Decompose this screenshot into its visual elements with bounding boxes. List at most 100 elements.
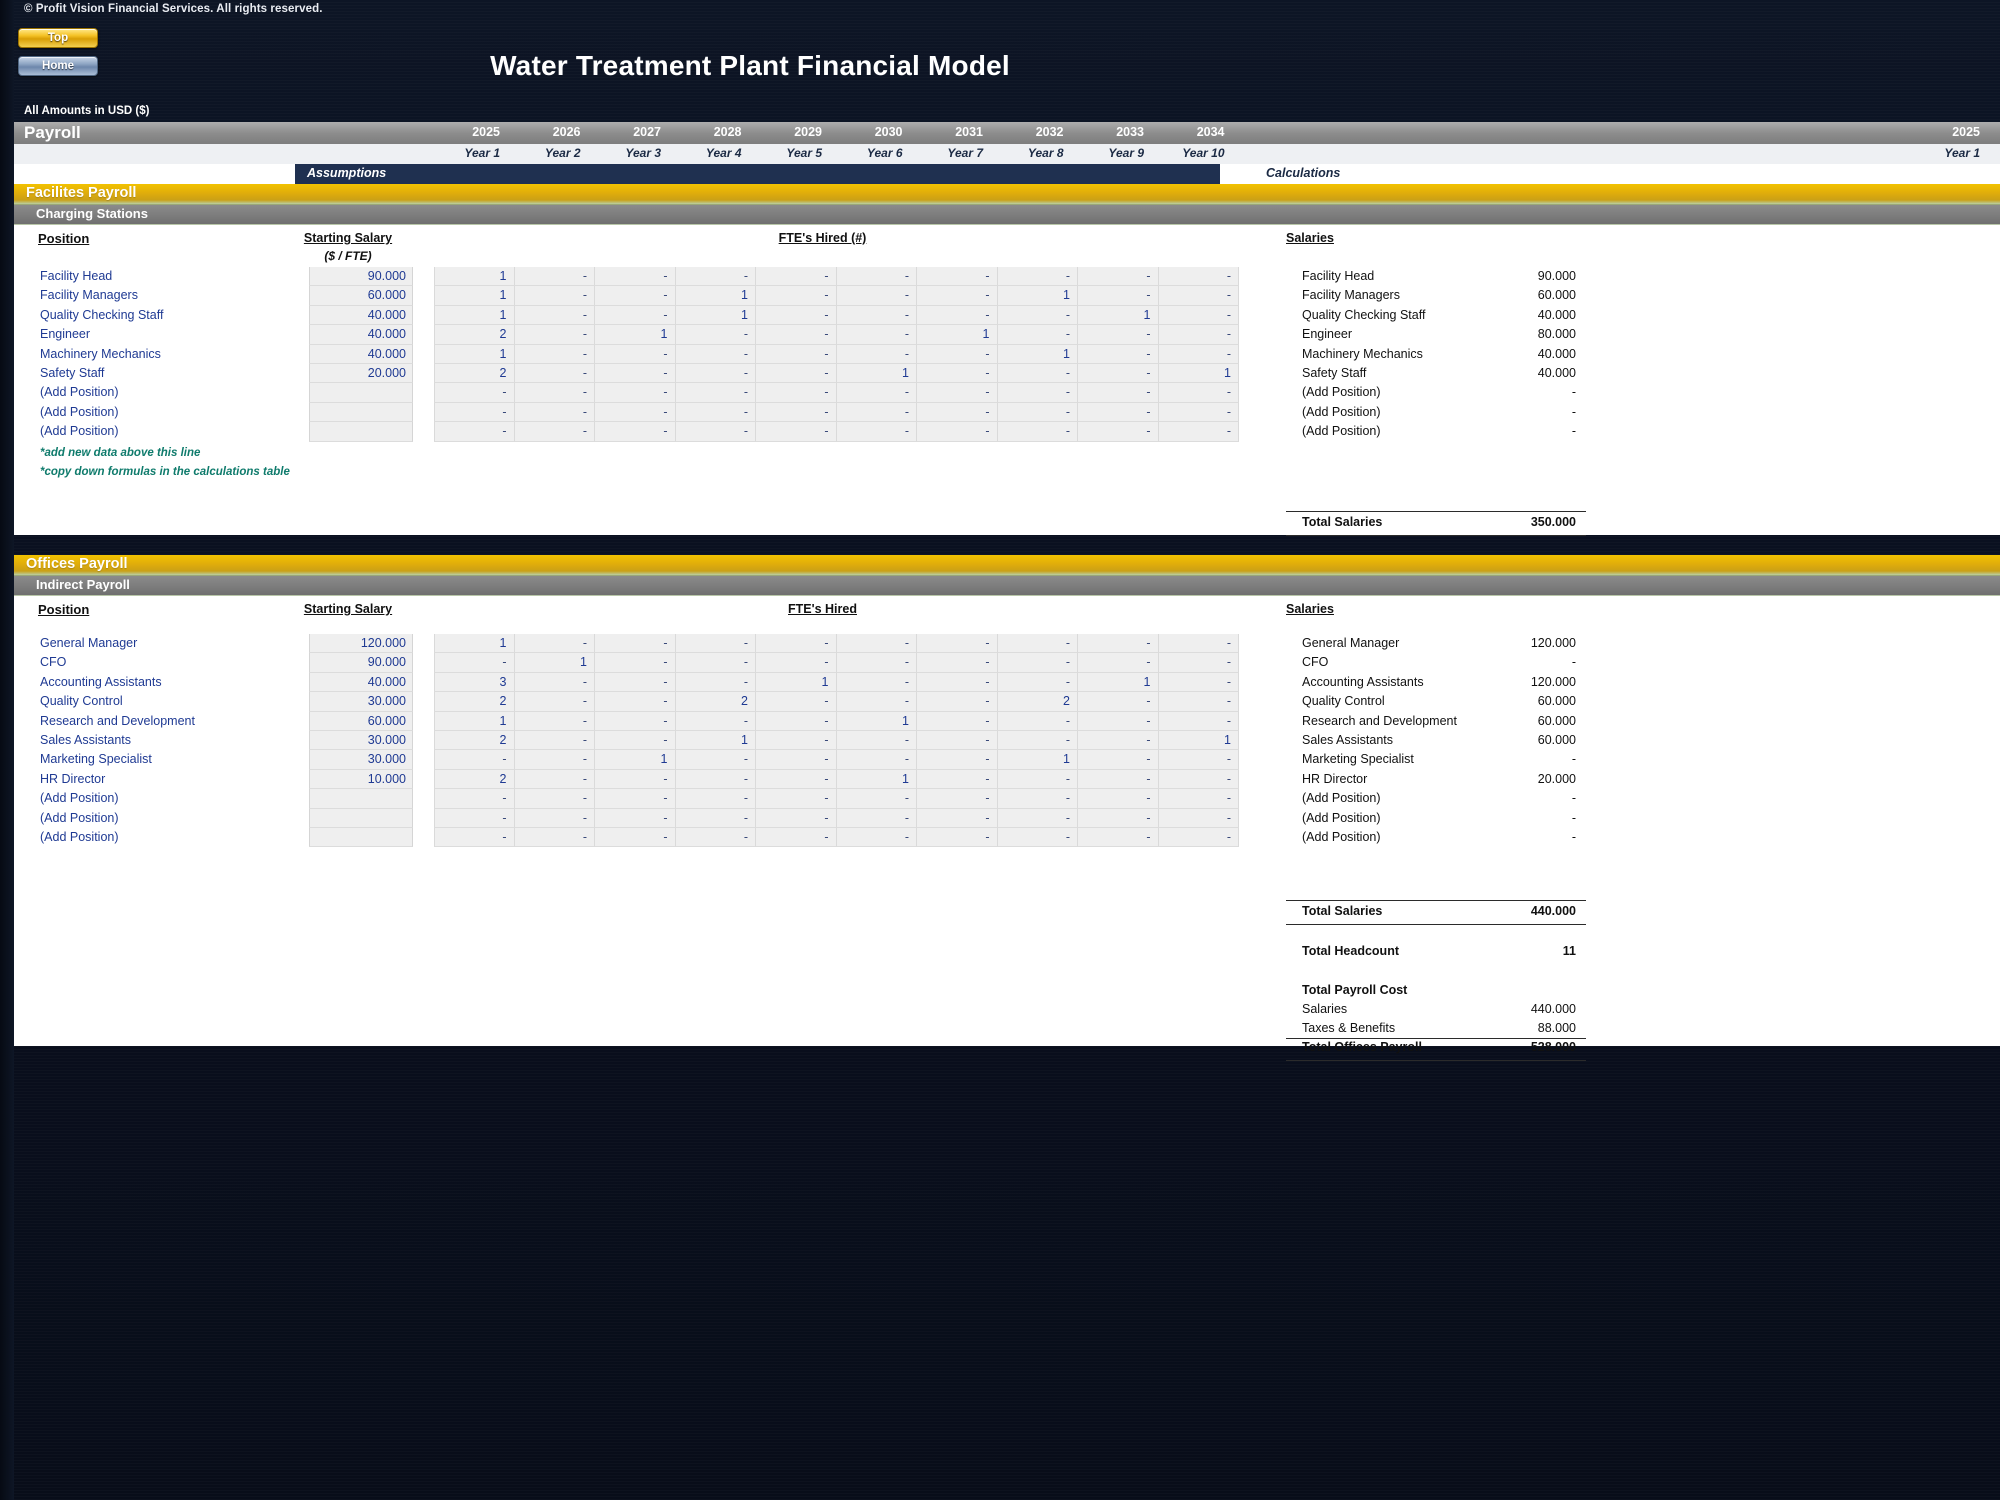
fte-cell-year-2[interactable]: - <box>514 789 595 809</box>
fte-cell-year-6[interactable]: - <box>836 634 917 654</box>
starting-salary-cell[interactable]: 30.000 <box>309 730 413 751</box>
fte-cell-year-6[interactable]: - <box>836 672 917 693</box>
fte-cell-year-2[interactable]: - <box>514 383 595 403</box>
fte-cell-year-8[interactable]: 1 <box>997 344 1078 364</box>
fte-cell-year-9[interactable]: - <box>1078 711 1159 731</box>
fte-cell-year-2[interactable]: - <box>514 808 595 828</box>
fte-cell-year-7[interactable]: - <box>917 305 998 326</box>
fte-cell-year-7[interactable]: - <box>917 402 998 423</box>
fte-cell-year-9[interactable]: - <box>1078 789 1159 809</box>
fte-cell-year-2[interactable]: - <box>514 692 595 712</box>
fte-cell-year-10[interactable]: - <box>1158 267 1239 287</box>
fte-cell-year-1[interactable]: 2 <box>434 363 515 384</box>
fte-cell-year-7[interactable]: - <box>917 653 998 673</box>
fte-cell-year-9[interactable]: - <box>1078 692 1159 712</box>
fte-cell-year-6[interactable]: - <box>836 692 917 712</box>
fte-cell-year-1[interactable]: - <box>434 383 515 403</box>
fte-cell-year-4[interactable]: - <box>675 750 756 770</box>
fte-cell-year-2[interactable]: - <box>514 769 595 790</box>
fte-cell-year-4[interactable]: - <box>675 267 756 287</box>
starting-salary-cell[interactable]: 40.000 <box>309 344 413 364</box>
fte-cell-year-9[interactable]: - <box>1078 750 1159 770</box>
fte-cell-year-8[interactable]: - <box>997 267 1078 287</box>
starting-salary-cell[interactable]: 30.000 <box>309 692 413 712</box>
fte-cell-year-1[interactable]: 2 <box>434 730 515 751</box>
fte-cell-year-3[interactable]: - <box>595 363 676 384</box>
fte-cell-year-5[interactable]: - <box>756 692 837 712</box>
fte-cell-year-9[interactable]: - <box>1078 286 1159 306</box>
starting-salary-cell[interactable]: 30.000 <box>309 750 413 770</box>
fte-cell-year-8[interactable]: - <box>997 383 1078 403</box>
fte-cell-year-8[interactable]: - <box>997 422 1078 442</box>
fte-cell-year-4[interactable]: 1 <box>675 305 756 326</box>
fte-cell-year-9[interactable]: - <box>1078 634 1159 654</box>
fte-cell-year-1[interactable]: 2 <box>434 769 515 790</box>
fte-cell-year-3[interactable]: - <box>595 344 676 364</box>
fte-cell-year-9[interactable]: - <box>1078 325 1159 345</box>
fte-cell-year-3[interactable]: - <box>595 422 676 442</box>
fte-cell-year-7[interactable]: - <box>917 789 998 809</box>
fte-cell-year-4[interactable]: - <box>675 325 756 345</box>
fte-cell-year-8[interactable]: - <box>997 325 1078 345</box>
fte-cell-year-4[interactable]: - <box>675 363 756 384</box>
fte-cell-year-3[interactable]: - <box>595 672 676 693</box>
fte-cell-year-5[interactable]: - <box>756 383 837 403</box>
fte-cell-year-3[interactable]: - <box>595 286 676 306</box>
fte-cell-year-6[interactable]: - <box>836 383 917 403</box>
starting-salary-cell[interactable] <box>309 789 413 809</box>
fte-cell-year-2[interactable]: - <box>514 402 595 423</box>
fte-cell-year-1[interactable]: 1 <box>434 305 515 326</box>
fte-cell-year-9[interactable]: - <box>1078 267 1159 287</box>
fte-cell-year-1[interactable]: 1 <box>434 286 515 306</box>
fte-cell-year-6[interactable]: - <box>836 325 917 345</box>
fte-cell-year-5[interactable]: - <box>756 344 837 364</box>
fte-cell-year-4[interactable]: - <box>675 808 756 828</box>
fte-cell-year-6[interactable]: - <box>836 827 917 848</box>
fte-cell-year-7[interactable]: - <box>917 750 998 770</box>
fte-cell-year-8[interactable]: - <box>997 634 1078 654</box>
fte-cell-year-4[interactable]: - <box>675 672 756 693</box>
fte-cell-year-5[interactable]: - <box>756 711 837 731</box>
fte-cell-year-8[interactable]: 2 <box>997 692 1078 712</box>
fte-cell-year-9[interactable]: - <box>1078 402 1159 423</box>
fte-cell-year-10[interactable]: - <box>1158 383 1239 403</box>
starting-salary-cell[interactable]: 90.000 <box>309 653 413 673</box>
fte-cell-year-7[interactable]: - <box>917 827 998 848</box>
fte-cell-year-7[interactable]: - <box>917 808 998 828</box>
fte-cell-year-4[interactable]: 1 <box>675 286 756 306</box>
fte-cell-year-10[interactable]: - <box>1158 750 1239 770</box>
fte-cell-year-10[interactable]: - <box>1158 769 1239 790</box>
fte-cell-year-2[interactable]: - <box>514 305 595 326</box>
fte-cell-year-3[interactable]: - <box>595 692 676 712</box>
fte-cell-year-9[interactable]: - <box>1078 769 1159 790</box>
fte-cell-year-10[interactable]: - <box>1158 692 1239 712</box>
fte-cell-year-5[interactable]: 1 <box>756 672 837 693</box>
fte-cell-year-7[interactable]: - <box>917 267 998 287</box>
fte-cell-year-6[interactable]: - <box>836 305 917 326</box>
fte-cell-year-5[interactable]: - <box>756 267 837 287</box>
fte-cell-year-5[interactable]: - <box>756 769 837 790</box>
fte-cell-year-4[interactable]: - <box>675 634 756 654</box>
fte-cell-year-10[interactable]: - <box>1158 286 1239 306</box>
fte-cell-year-10[interactable]: - <box>1158 344 1239 364</box>
fte-cell-year-6[interactable]: - <box>836 750 917 770</box>
fte-cell-year-9[interactable]: - <box>1078 383 1159 403</box>
fte-cell-year-9[interactable]: - <box>1078 653 1159 673</box>
top-button[interactable]: Top <box>18 28 98 48</box>
fte-cell-year-7[interactable]: - <box>917 730 998 751</box>
fte-cell-year-6[interactable]: 1 <box>836 711 917 731</box>
fte-cell-year-6[interactable]: - <box>836 286 917 306</box>
starting-salary-cell[interactable]: 60.000 <box>309 711 413 731</box>
fte-cell-year-4[interactable]: 1 <box>675 730 756 751</box>
fte-cell-year-2[interactable]: - <box>514 730 595 751</box>
fte-cell-year-6[interactable]: - <box>836 730 917 751</box>
fte-cell-year-7[interactable]: - <box>917 383 998 403</box>
fte-cell-year-4[interactable]: - <box>675 711 756 731</box>
fte-cell-year-2[interactable]: - <box>514 827 595 848</box>
starting-salary-cell[interactable]: 60.000 <box>309 286 413 306</box>
fte-cell-year-1[interactable]: 1 <box>434 267 515 287</box>
fte-cell-year-1[interactable]: 3 <box>434 672 515 693</box>
fte-cell-year-4[interactable]: - <box>675 402 756 423</box>
fte-cell-year-1[interactable]: - <box>434 789 515 809</box>
fte-cell-year-10[interactable]: - <box>1158 789 1239 809</box>
